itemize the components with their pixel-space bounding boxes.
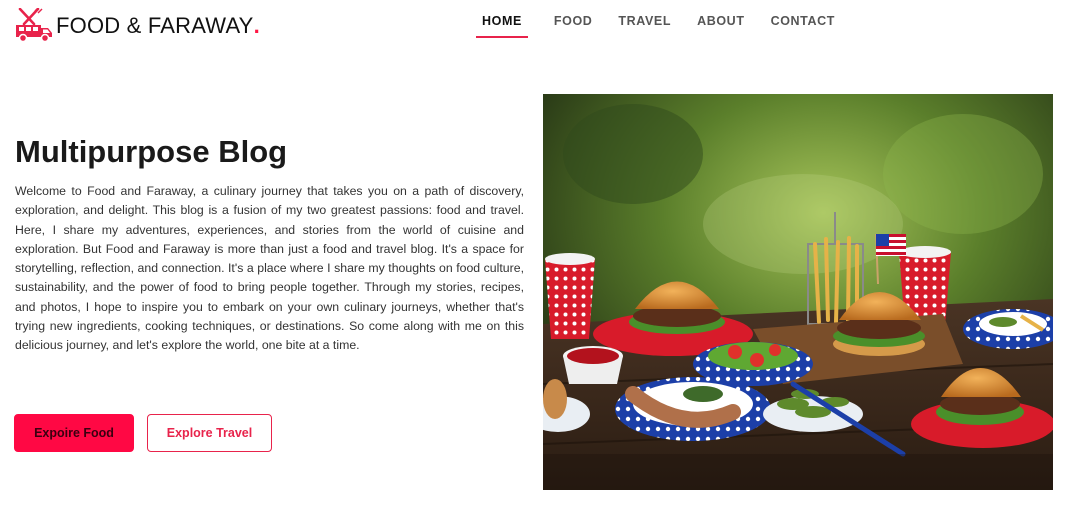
nav-about[interactable]: ABOUT: [697, 14, 744, 38]
nav-food[interactable]: FOOD: [554, 14, 593, 38]
site-header: FOOD & FARAWAY. HOME FOOD TRAVEL ABOUT C…: [0, 0, 1080, 50]
nav-contact[interactable]: CONTACT: [771, 14, 835, 38]
hero-image: [543, 94, 1053, 490]
nav-home[interactable]: HOME: [476, 14, 528, 38]
brand-dot: .: [253, 13, 260, 38]
hero-description: Welcome to Food and Faraway, a culinary …: [15, 184, 524, 353]
picnic-food-photo: [543, 94, 1053, 490]
nav-travel[interactable]: TRAVEL: [618, 14, 671, 38]
hero-title: Multipurpose Blog: [15, 134, 288, 169]
site-logo[interactable]: FOOD & FARAWAY.: [14, 8, 260, 44]
explore-travel-button[interactable]: Explore Travel: [147, 414, 272, 452]
main-nav: HOME FOOD TRAVEL ABOUT CONTACT: [476, 14, 861, 38]
food-truck-icon: [16, 8, 52, 43]
explore-food-button[interactable]: Expoire Food: [14, 414, 134, 452]
brand-name: FOOD & FARAWAY.: [56, 13, 260, 38]
